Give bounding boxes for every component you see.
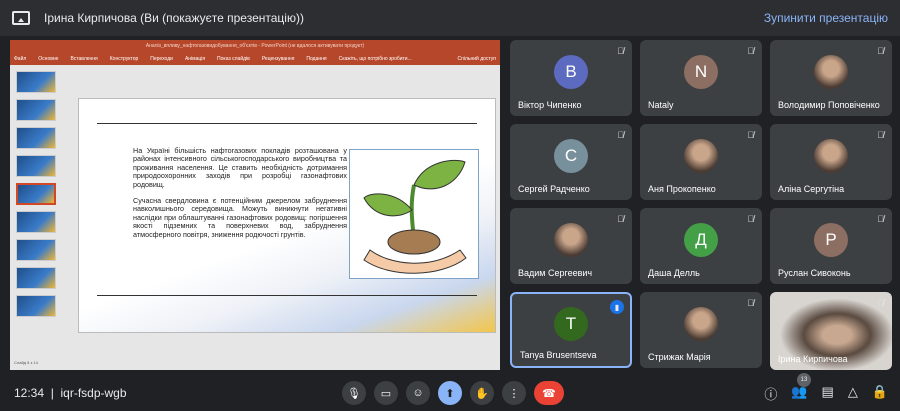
powerpoint-title: Аналіз_впливу_нафтогазовидобування_об'єк… [10,40,500,53]
slide-thumbnail[interactable] [16,295,56,317]
host-controls-icon[interactable]: 🔒 [872,384,888,403]
participant-name: Ірина Кирпичова [778,354,848,364]
raise-hand-button[interactable]: ✋ [470,381,494,405]
participant-name: Аня Прокопенко [648,184,716,194]
mic-off-icon: 🎙̸ [617,130,624,140]
present-button[interactable]: ⬆ [438,381,462,405]
reactions-button[interactable]: ☺ [406,381,430,405]
current-slide: На Україні більшість нафтогазових поклад… [78,98,496,333]
participant-tile[interactable]: 🎙̸ Аня Прокопенко [640,124,762,200]
avatar: N [684,54,718,89]
participant-name: Віктор Чипенко [518,100,582,110]
ribbon-tab[interactable]: Спільний доступ [458,56,496,62]
avatar-photo [684,306,718,341]
avatar: С [554,138,588,173]
participant-tile[interactable]: Д 🎙̸ Даша Делль [640,208,762,284]
participant-name: Даша Делль [648,268,700,278]
avatar: Р [814,222,848,257]
ribbon-tab[interactable]: Показ слайдів [217,56,250,62]
leave-call-button[interactable]: ☎ [534,381,564,405]
mic-off-icon: 🎙̸ [877,130,884,140]
more-options-button[interactable]: ⋮ [502,381,526,405]
speaking-indicator-icon: ▮ [610,300,624,314]
mic-off-icon: 🎙̸ [617,46,624,56]
paragraph: Сучасна свердловина є потенційним джерел… [133,196,347,239]
present-screen-icon [12,11,30,25]
participant-name: Стрижак Марія [648,352,711,362]
slide-thumbnail[interactable] [16,239,56,261]
participant-tile[interactable]: Р 🎙̸ Руслан Сивоконь [770,208,892,284]
avatar-photo [814,54,848,89]
meeting-info: 12:34 | iqr-fsdp-wgb [14,386,127,400]
avatar-photo [554,222,588,257]
info-icon[interactable]: ⓘ [764,384,777,403]
ribbon-tab[interactable]: Конструктор [110,56,139,62]
microphone-button[interactable]: 🎙 [342,381,366,405]
participant-name: Вадим Сергеевич [518,268,593,278]
avatar: В [554,54,588,89]
participant-name: Nataly [648,100,674,110]
mic-off-icon: 🎙̸ [877,298,884,308]
clock: 12:34 [14,386,45,400]
slide-text: На Україні більшість нафтогазових поклад… [133,146,347,247]
status-bar: Слайд 5 з 14 [10,360,500,370]
paragraph: На Україні більшість нафтогазових поклад… [133,146,347,189]
participant-name: Руслан Сивоконь [778,268,851,278]
participant-tile[interactable]: T ▮ Tanya Brusentseva [510,292,632,368]
participant-name: Аліна Сергутіна [778,184,845,194]
slide-thumbnail[interactable] [16,211,56,233]
ribbon-tab[interactable]: Подання [306,56,326,62]
meeting-code: iqr-fsdp-wgb [60,386,127,400]
participant-tile[interactable]: С 🎙̸ Сергей Радченко [510,124,632,200]
participant-name: Tanya Brusentseva [520,350,597,360]
ribbon-tab[interactable]: Основне [38,56,58,62]
ribbon-tab[interactable]: Переходи [150,56,173,62]
top-bar: Ірина Кирпичова (Ви (покажуєте презентац… [0,0,900,36]
participant-tile[interactable]: 🎙̸ Ірина Кирпичова [770,292,892,370]
divider [97,123,477,124]
mic-off-icon: 🎙̸ [747,46,754,56]
ribbon-tab[interactable]: Скажіть, що потрібно зробити... [339,56,412,62]
plant-in-hand-image [349,149,479,279]
slide-thumbnail[interactable] [16,127,56,149]
avatar-photo [684,138,718,173]
divider [97,295,477,296]
participant-tile[interactable]: N 🎙̸ Nataly [640,40,762,116]
slide-thumbnail[interactable] [16,155,56,177]
mic-off-icon: 🎙̸ [877,46,884,56]
bottom-bar: 12:34 | iqr-fsdp-wgb 🎙 ▭ ☺ ⬆ ✋ ⋮ ☎ 13 ⓘ … [0,373,900,411]
avatar-photo [814,138,848,173]
participant-tile[interactable]: 🎙̸ Володимир Поповіченко [770,40,892,116]
stop-presenting-button[interactable]: Зупинити презентацію [764,11,888,25]
people-icon[interactable]: 👥 [791,384,807,403]
participant-tile[interactable]: В 🎙̸ Віктор Чипенко [510,40,632,116]
slide-thumbnail[interactable] [16,71,56,93]
slide-thumbnails [10,65,68,360]
presenting-title: Ірина Кирпичова (Ви (покажуєте презентац… [44,11,304,25]
shared-screen: Аналіз_впливу_нафтогазовидобування_об'єк… [10,40,500,370]
avatar: T [554,307,588,342]
mic-off-icon: 🎙̸ [617,214,624,224]
mic-off-icon: 🎙̸ [747,298,754,308]
chat-icon[interactable]: ▤ [822,384,834,403]
avatar: Д [684,222,718,257]
ribbon-tab[interactable]: Рецензування [262,56,295,62]
ribbon-menu: Файл Основне Вставлення Конструктор Переходи… [10,53,500,65]
ribbon-tab[interactable]: Вставлення [70,56,97,62]
mic-off-icon: 🎙̸ [747,130,754,140]
mic-off-icon: 🎙̸ [747,214,754,224]
ribbon-tab[interactable]: Файл [14,56,26,62]
slide-thumbnail[interactable] [16,183,56,205]
ribbon-tab[interactable]: Анімація [185,56,205,62]
slide-thumbnail[interactable] [16,267,56,289]
participant-tile[interactable]: 🎙̸ Стрижак Марія [640,292,762,368]
participant-tile[interactable]: 🎙̸ Вадим Сергеевич [510,208,632,284]
slide-thumbnail[interactable] [16,99,56,121]
mic-off-icon: 🎙̸ [877,214,884,224]
participant-name: Володимир Поповіченко [778,100,880,110]
camera-button[interactable]: ▭ [374,381,398,405]
participant-tile[interactable]: 🎙̸ Аліна Сергутіна [770,124,892,200]
participant-name: Сергей Радченко [518,184,590,194]
activities-icon[interactable]: △ [848,384,858,403]
